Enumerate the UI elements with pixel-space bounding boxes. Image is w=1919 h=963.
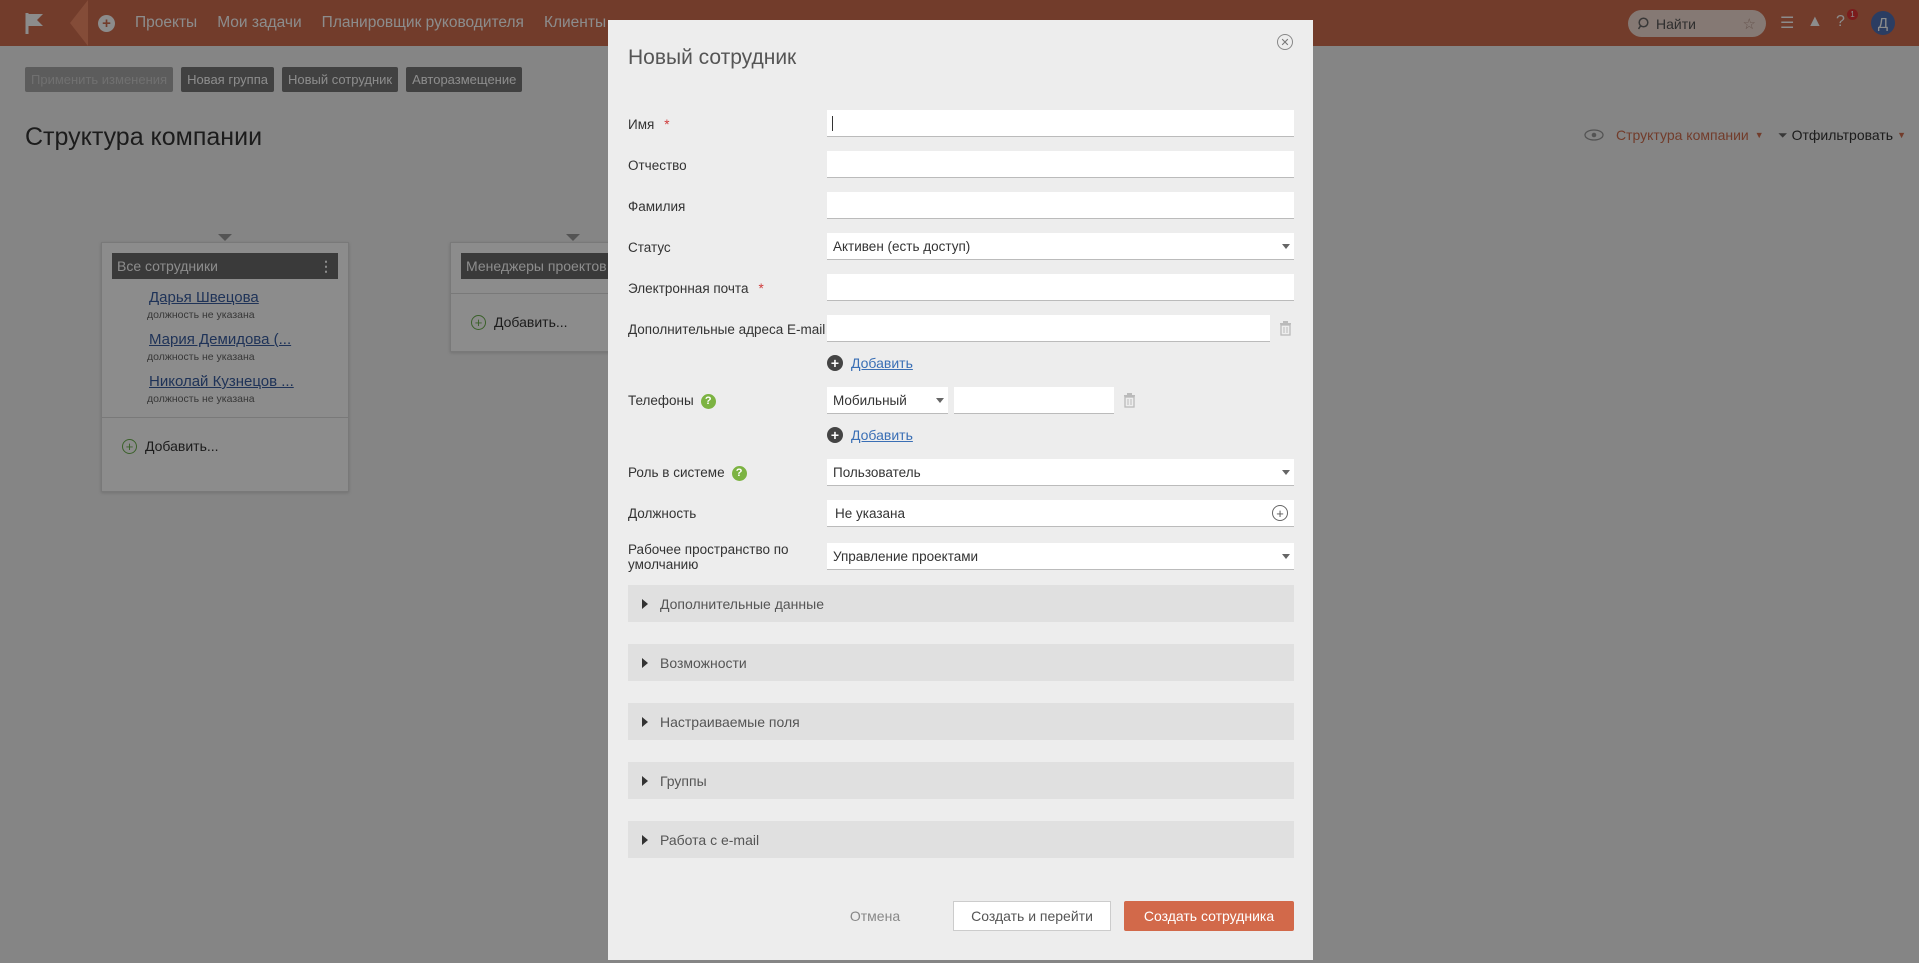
email-label: Электронная почта *	[628, 281, 764, 296]
text-cursor	[832, 116, 833, 131]
add-email-link[interactable]: + Добавить	[827, 355, 913, 371]
caret-right-icon	[642, 657, 648, 668]
caret-right-icon	[642, 775, 648, 786]
workspace-value: Управление проектами	[833, 548, 979, 564]
create-employee-button[interactable]: Создать сотрудника	[1124, 901, 1294, 931]
status-select[interactable]: Активен (есть доступ)	[827, 233, 1294, 260]
help-question-icon[interactable]: ?	[731, 465, 747, 481]
chevron-down-icon	[1282, 470, 1290, 475]
help-question-icon[interactable]: ?	[700, 393, 716, 409]
close-icon[interactable]: ✕	[1277, 34, 1293, 50]
dialog-title: Новый сотрудник	[628, 46, 797, 69]
email-input[interactable]	[827, 274, 1294, 301]
new-employee-dialog: Новый сотрудник ✕ Имя * Отчество Фамилия …	[608, 20, 1313, 960]
trash-icon[interactable]	[1279, 321, 1292, 336]
phone-type-value: Мобильный	[833, 392, 907, 408]
workspace-select[interactable]: Управление проектами	[827, 543, 1294, 570]
trash-icon[interactable]	[1123, 393, 1136, 408]
create-and-open-button[interactable]: Создать и перейти	[953, 901, 1111, 931]
add-circle-icon: +	[827, 427, 843, 443]
section-email-work[interactable]: Работа с e-mail	[628, 821, 1294, 858]
middle-name-label: Отчество	[628, 158, 687, 173]
section-capabilities[interactable]: Возможности	[628, 644, 1294, 681]
caret-right-icon	[642, 834, 648, 845]
chevron-down-icon	[936, 398, 944, 403]
status-value: Активен (есть доступ)	[833, 238, 971, 254]
position-label: Должность	[628, 506, 697, 521]
phone-number-input[interactable]	[954, 387, 1114, 414]
caret-right-icon	[642, 716, 648, 727]
add-position-icon[interactable]: +	[1272, 505, 1288, 521]
add-circle-icon: +	[827, 355, 843, 371]
workspace-label: Рабочее пространство по умолчанию	[628, 542, 789, 572]
section-custom-fields[interactable]: Настраиваемые поля	[628, 703, 1294, 740]
phone-type-select[interactable]: Мобильный	[827, 387, 948, 414]
cancel-button[interactable]: Отмена	[845, 901, 905, 931]
first-name-label: Имя *	[628, 117, 670, 132]
middle-name-input[interactable]	[827, 151, 1294, 178]
extra-emails-label: Дополнительные адреса E-mail	[628, 322, 826, 337]
role-value: Пользователь	[833, 464, 921, 480]
section-groups[interactable]: Группы	[628, 762, 1294, 799]
chevron-down-icon	[1282, 554, 1290, 559]
role-label: Роль в системе?	[628, 465, 747, 481]
first-name-input[interactable]	[827, 110, 1294, 137]
required-mark: *	[664, 117, 670, 132]
section-additional-data[interactable]: Дополнительные данные	[628, 585, 1294, 622]
chevron-down-icon	[1282, 244, 1290, 249]
status-label: Статус	[628, 240, 671, 255]
add-phone-link[interactable]: + Добавить	[827, 427, 913, 443]
extra-email-input[interactable]	[827, 315, 1270, 342]
required-mark: *	[758, 281, 764, 296]
last-name-input[interactable]	[827, 192, 1294, 219]
role-select[interactable]: Пользователь	[827, 459, 1294, 486]
position-value: Не указана	[835, 505, 905, 521]
caret-right-icon	[642, 598, 648, 609]
phones-label: Телефоны?	[628, 393, 716, 409]
position-select[interactable]: Не указана +	[827, 500, 1294, 527]
last-name-label: Фамилия	[628, 199, 686, 214]
